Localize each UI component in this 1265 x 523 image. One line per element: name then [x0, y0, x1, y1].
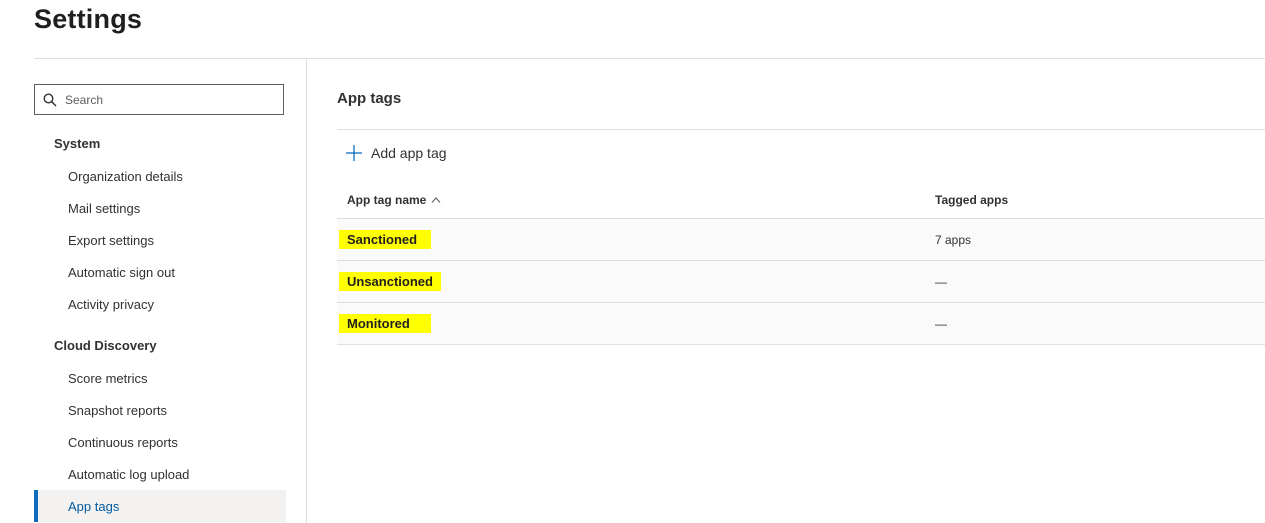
column-header-app-tag-name[interactable]: App tag name	[347, 182, 441, 218]
app-tag-name: Monitored	[339, 314, 431, 333]
column-header-tagged-apps[interactable]: Tagged apps	[935, 182, 1008, 218]
nav-group-cloud-discovery: Cloud Discovery	[54, 338, 157, 353]
tagged-apps-count: —	[935, 316, 947, 331]
app-tag-name-cell: Monitored	[339, 303, 431, 344]
tagged-apps-count: —	[935, 274, 947, 289]
app-tag-name: Unsanctioned	[339, 272, 441, 291]
sidebar-item-export-settings[interactable]: Export settings	[34, 224, 286, 256]
sidebar-item-snapshot-reports[interactable]: Snapshot reports	[34, 394, 286, 426]
sidebar-item-app-tags[interactable]: App tags	[34, 490, 286, 522]
tagged-apps-count: 7 apps	[935, 232, 972, 247]
search-box[interactable]	[34, 84, 284, 115]
plus-icon	[346, 145, 362, 161]
column-header-label: App tag name	[347, 193, 427, 207]
table-row[interactable]: Unsanctioned —	[337, 261, 1265, 303]
app-tag-name-cell: Unsanctioned	[339, 261, 441, 302]
search-input[interactable]	[63, 91, 267, 108]
sidebar-item-organization-details[interactable]: Organization details	[34, 160, 286, 192]
table-row[interactable]: Monitored —	[337, 303, 1265, 345]
search-icon	[43, 92, 57, 107]
settings-sidebar: System Organization details Mail setting…	[0, 59, 307, 523]
sidebar-item-mail-settings[interactable]: Mail settings	[34, 192, 286, 224]
app-tags-table: App tag name Tagged apps Sanctioned 7 ap…	[337, 182, 1265, 345]
app-tag-name: Sanctioned	[339, 230, 431, 249]
page-title: Settings	[34, 4, 143, 34]
main-content: App tags Add app tag App tag name Tagged…	[337, 59, 1265, 523]
add-app-tag-button[interactable]: Add app tag	[345, 141, 447, 165]
chevron-up-icon	[431, 197, 441, 203]
column-header-label: Tagged apps	[935, 193, 1009, 207]
sidebar-item-activity-privacy[interactable]: Activity privacy	[34, 288, 286, 320]
add-app-tag-label: Add app tag	[371, 145, 447, 161]
section-divider	[337, 129, 1265, 130]
section-title: App tags	[337, 90, 402, 107]
app-tag-name-cell: Sanctioned	[339, 219, 431, 260]
table-row[interactable]: Sanctioned 7 apps	[337, 219, 1265, 261]
sidebar-item-score-metrics[interactable]: Score metrics	[34, 362, 286, 394]
table-header: App tag name Tagged apps	[337, 182, 1265, 219]
sidebar-item-automatic-log-upload[interactable]: Automatic log upload	[34, 458, 286, 490]
nav-group-system: System	[54, 136, 101, 151]
sidebar-item-automatic-sign-out[interactable]: Automatic sign out	[34, 256, 286, 288]
sidebar-item-continuous-reports[interactable]: Continuous reports	[34, 426, 286, 458]
